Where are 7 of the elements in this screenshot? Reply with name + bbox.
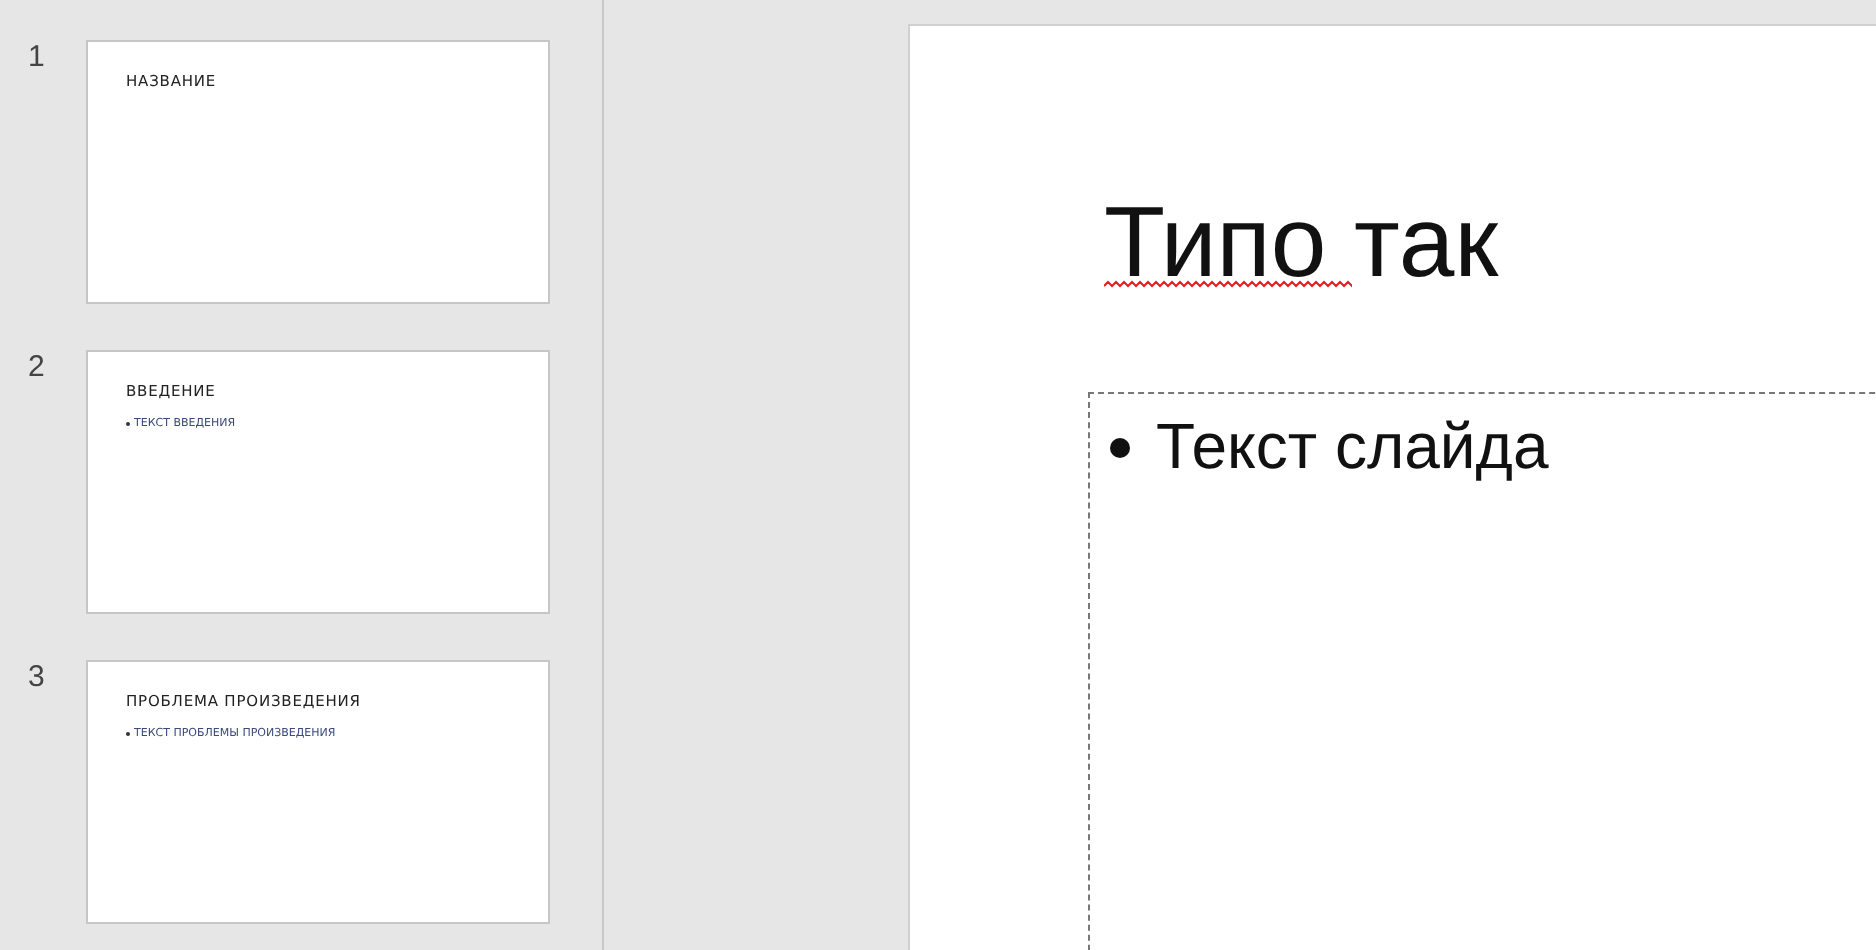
content-placeholder[interactable]: Текст слайда bbox=[1088, 392, 1876, 950]
slide-number: 2 bbox=[26, 350, 47, 384]
bullet-text: Текст слайда bbox=[1156, 410, 1549, 484]
slide-title[interactable]: Типо так bbox=[1104, 182, 1499, 302]
slide-number: 3 bbox=[26, 660, 47, 694]
slide-number: 1 bbox=[26, 40, 47, 74]
bullet-icon bbox=[1110, 437, 1130, 457]
